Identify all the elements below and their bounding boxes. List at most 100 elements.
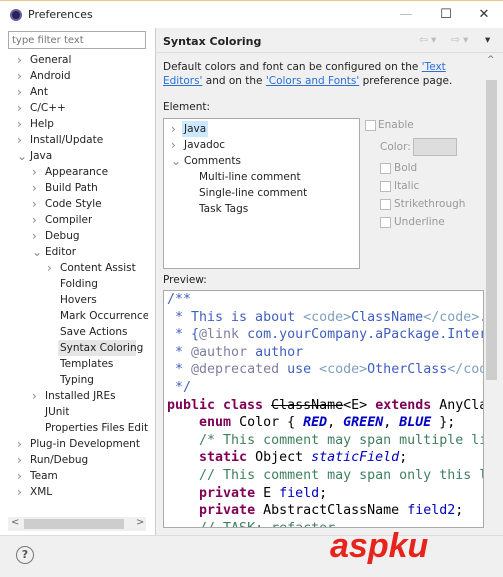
- scroll-right-icon[interactable]: >: [136, 517, 144, 528]
- tree-item-installed-jres[interactable]: Installed JREs: [43, 388, 116, 404]
- tree-item-appearance[interactable]: Appearance: [43, 164, 108, 180]
- tree-item-syntax-coloring[interactable]: Syntax Coloring: [58, 340, 143, 356]
- element-item-java[interactable]: Java: [182, 121, 209, 137]
- bold-checkbox[interactable]: [380, 163, 391, 174]
- italic-label: Italic: [394, 180, 420, 192]
- scroll-up-icon[interactable]: ^: [487, 55, 495, 65]
- chevron-right-icon[interactable]: ›: [171, 122, 181, 136]
- tree-item-java[interactable]: Java: [28, 148, 52, 164]
- tree-item-label: Folding: [60, 278, 98, 290]
- view-menu-button[interactable]: ▾: [485, 34, 490, 46]
- element-label: Element:: [163, 101, 211, 113]
- strikethrough-label: Strikethrough: [394, 198, 466, 210]
- chevron-right-icon[interactable]: ›: [17, 437, 27, 451]
- back-button[interactable]: ⇦ ▾: [419, 34, 436, 46]
- tree-item-run-debug[interactable]: Run/Debug: [28, 452, 88, 468]
- chevron-right-icon[interactable]: ›: [17, 117, 27, 131]
- tree-item-templates[interactable]: Templates: [58, 356, 113, 372]
- tree-item-xml[interactable]: XML: [28, 484, 52, 500]
- chevron-down-icon[interactable]: ⌄: [17, 149, 27, 163]
- chevron-right-icon[interactable]: ›: [17, 101, 27, 115]
- color-picker-button[interactable]: [413, 138, 457, 156]
- tree-item-label: Install/Update: [30, 134, 104, 146]
- chevron-right-icon[interactable]: ›: [32, 197, 42, 211]
- maximize-button[interactable]: ☐: [432, 5, 460, 25]
- chevron-right-icon[interactable]: ›: [171, 138, 181, 152]
- tree-item-content-assist[interactable]: Content Assist: [58, 260, 136, 276]
- underline-checkbox[interactable]: [380, 217, 391, 228]
- tree-item-c-c-[interactable]: C/C++: [28, 100, 66, 116]
- tree-item-general[interactable]: General: [28, 52, 71, 68]
- chevron-right-icon[interactable]: ›: [47, 261, 57, 275]
- help-icon[interactable]: ?: [16, 546, 34, 564]
- italic-checkbox[interactable]: [380, 181, 391, 192]
- chevron-right-icon[interactable]: ›: [32, 165, 42, 179]
- chevron-right-icon[interactable]: ›: [17, 133, 27, 147]
- enable-checkbox[interactable]: [365, 120, 376, 131]
- tree-item-label: Ant: [30, 86, 48, 98]
- chevron-right-icon[interactable]: ›: [32, 213, 42, 227]
- tree-item-build-path[interactable]: Build Path: [43, 180, 98, 196]
- chevron-right-icon[interactable]: ›: [17, 453, 27, 467]
- tree-item-label: Content Assist: [60, 262, 136, 274]
- chevron-down-icon[interactable]: ⌄: [171, 154, 181, 168]
- chevron-right-icon[interactable]: ›: [17, 469, 27, 483]
- chevron-down-icon[interactable]: ⌄: [32, 245, 42, 259]
- scrollbar-thumb[interactable]: [24, 519, 124, 529]
- element-tree[interactable]: Java › Javadoc › Comments ⌄ Multi-line comment…: [163, 118, 360, 269]
- chevron-right-icon[interactable]: ›: [32, 181, 42, 195]
- tree-item-code-style[interactable]: Code Style: [43, 196, 102, 212]
- desc-text: preference page.: [359, 75, 453, 87]
- tree-item-label: Team: [30, 470, 58, 482]
- tree-item-install-update[interactable]: Install/Update: [28, 132, 103, 148]
- forward-button[interactable]: ⇨ ▾: [451, 34, 468, 46]
- tree-item-debug[interactable]: Debug: [43, 228, 80, 244]
- chevron-right-icon[interactable]: ›: [17, 69, 27, 83]
- tree-item-label: Run/Debug: [30, 454, 89, 466]
- minimize-button[interactable]: —: [392, 5, 420, 25]
- tree-item-help[interactable]: Help: [28, 116, 54, 132]
- chevron-right-icon[interactable]: ›: [32, 389, 42, 403]
- chevron-right-icon[interactable]: ›: [17, 53, 27, 67]
- close-button[interactable]: ✕: [470, 5, 498, 25]
- tree-item-label: Editor: [45, 246, 77, 258]
- element-item-task-tags[interactable]: Task Tags: [197, 201, 250, 217]
- filter-input[interactable]: [8, 31, 146, 49]
- tree-item-android[interactable]: Android: [28, 68, 71, 84]
- strikethrough-checkbox[interactable]: [380, 199, 391, 210]
- tree-item-ant[interactable]: Ant: [28, 84, 48, 100]
- tree-item-typing[interactable]: Typing: [58, 372, 94, 388]
- tree-item-properties-files-editor[interactable]: Properties Files Editor: [43, 420, 148, 436]
- tree-item-mark-occurrences[interactable]: Mark Occurrences: [58, 308, 148, 324]
- color-label: Color:: [380, 141, 411, 153]
- tree-item-label: Appearance: [45, 166, 109, 178]
- element-item-multi-line-comment[interactable]: Multi-line comment: [197, 169, 303, 185]
- tree-item-label: C/C++: [30, 102, 66, 114]
- tree-item-label: Typing: [60, 374, 94, 386]
- tree-item-label: Hovers: [60, 294, 97, 306]
- tree-item-folding[interactable]: Folding: [58, 276, 98, 292]
- chevron-right-icon[interactable]: ›: [17, 485, 27, 499]
- chevron-right-icon[interactable]: ›: [32, 229, 42, 243]
- tree-item-team[interactable]: Team: [28, 468, 58, 484]
- colors-fonts-link[interactable]: 'Colors and Fonts': [266, 75, 359, 87]
- tree-item-label: XML: [30, 486, 53, 498]
- element-item-single-line-comment[interactable]: Single-line comment: [197, 185, 309, 201]
- tree-item-label: Compiler: [45, 214, 93, 226]
- scroll-left-icon[interactable]: <: [11, 517, 19, 528]
- element-item-comments[interactable]: Comments: [182, 153, 243, 169]
- tree-item-hovers[interactable]: Hovers: [58, 292, 97, 308]
- tree-item-editor[interactable]: Editor: [43, 244, 76, 260]
- tree-item-junit[interactable]: JUnit: [43, 404, 69, 420]
- tree-item-save-actions[interactable]: Save Actions: [58, 324, 127, 340]
- element-item-label: Multi-line comment: [199, 171, 301, 183]
- tree-item-plug-in-development[interactable]: Plug-in Development: [28, 436, 140, 452]
- desc-text: Default colors and font can be configure…: [163, 61, 422, 73]
- element-item-label: Javadoc: [184, 139, 226, 151]
- vertical-scrollbar-thumb[interactable]: [486, 80, 497, 380]
- element-item-javadoc[interactable]: Javadoc: [182, 137, 227, 153]
- element-item-label: Java: [184, 123, 207, 135]
- description: Default colors and font can be configure…: [163, 60, 483, 88]
- chevron-right-icon[interactable]: ›: [17, 85, 27, 99]
- tree-item-compiler[interactable]: Compiler: [43, 212, 92, 228]
